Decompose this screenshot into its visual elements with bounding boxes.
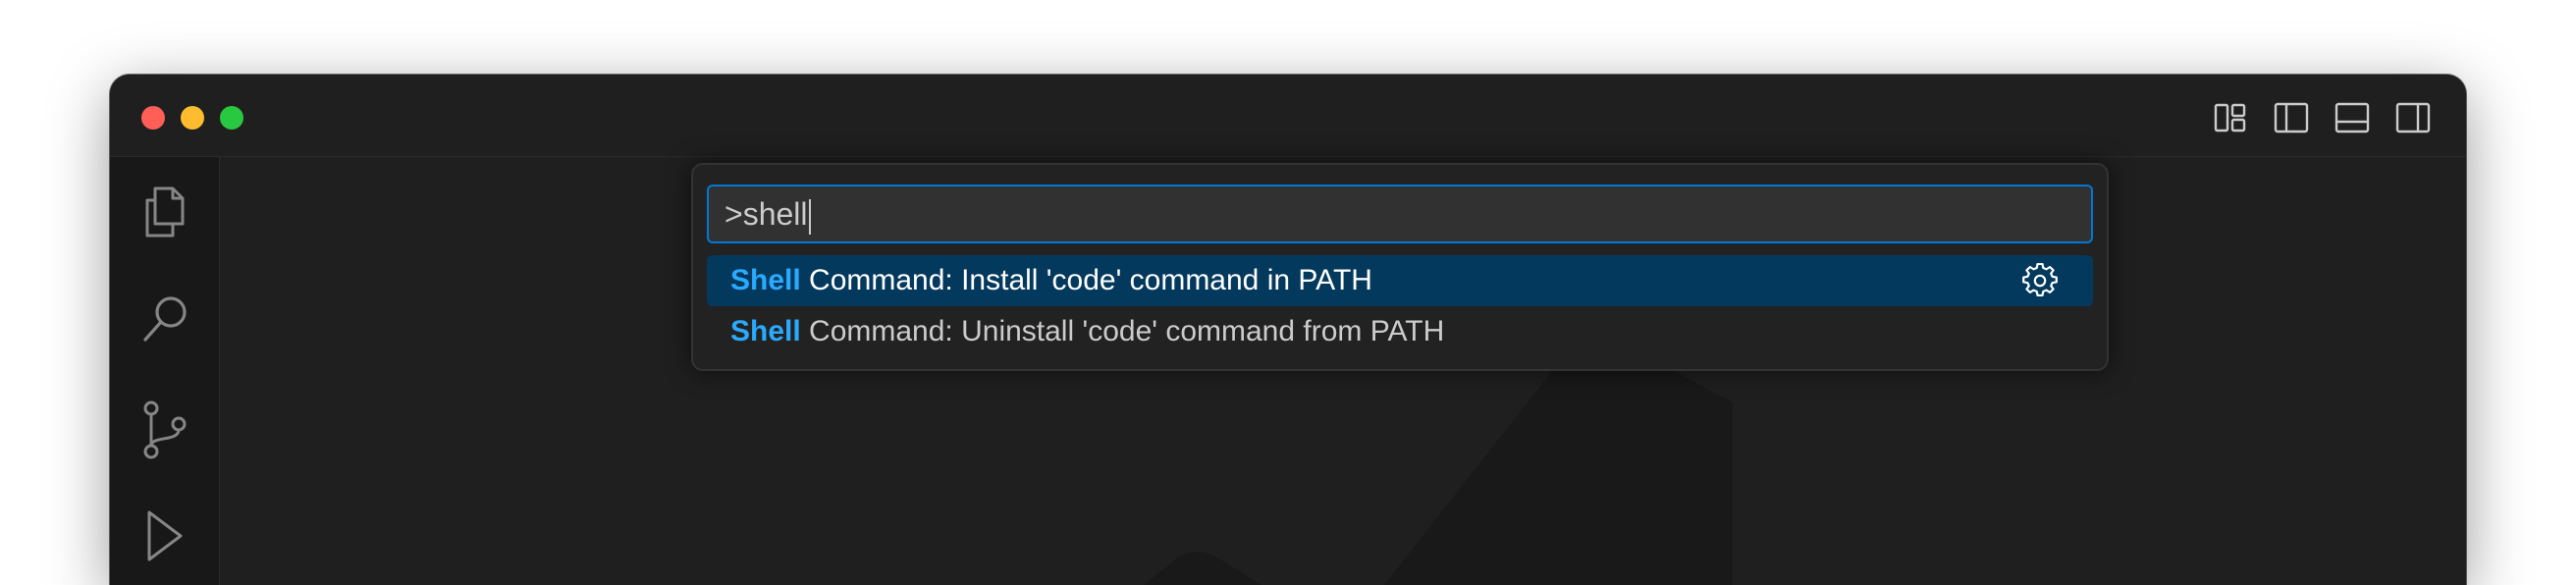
titlebar xyxy=(110,75,2466,157)
command-palette-input-value: >shell xyxy=(724,196,808,232)
maximize-window-button[interactable] xyxy=(220,106,243,130)
search-icon[interactable] xyxy=(130,285,200,355)
toggle-secondary-sidebar-icon[interactable] xyxy=(2393,98,2433,137)
gear-icon[interactable] xyxy=(2022,263,2058,298)
close-window-button[interactable] xyxy=(141,106,165,130)
command-palette-input[interactable]: >shell xyxy=(707,185,2093,243)
source-control-icon[interactable] xyxy=(130,395,200,465)
result-label: Command: Uninstall 'code' command from P… xyxy=(800,315,1445,347)
toggle-primary-sidebar-icon[interactable] xyxy=(2272,98,2311,137)
command-palette: >shell Shell Command: Install 'code' com… xyxy=(691,163,2109,371)
customize-layout-icon[interactable] xyxy=(2211,98,2250,137)
explorer-icon[interactable] xyxy=(130,175,200,245)
run-debug-icon[interactable] xyxy=(130,501,200,571)
command-result-install-code[interactable]: Shell Command: Install 'code' command in… xyxy=(707,255,2093,306)
text-cursor xyxy=(808,198,811,235)
result-label: Command: Install 'code' command in PATH xyxy=(800,264,1372,296)
result-match-highlight: Shell xyxy=(730,315,801,347)
command-result-uninstall-code[interactable]: Shell Command: Uninstall 'code' command … xyxy=(707,306,2093,357)
result-match-highlight: Shell xyxy=(730,264,801,296)
activity-bar xyxy=(110,157,220,585)
toggle-panel-icon[interactable] xyxy=(2333,98,2372,137)
minimize-window-button[interactable] xyxy=(181,106,204,130)
vscode-window: >shell Shell Command: Install 'code' com… xyxy=(110,75,2466,585)
